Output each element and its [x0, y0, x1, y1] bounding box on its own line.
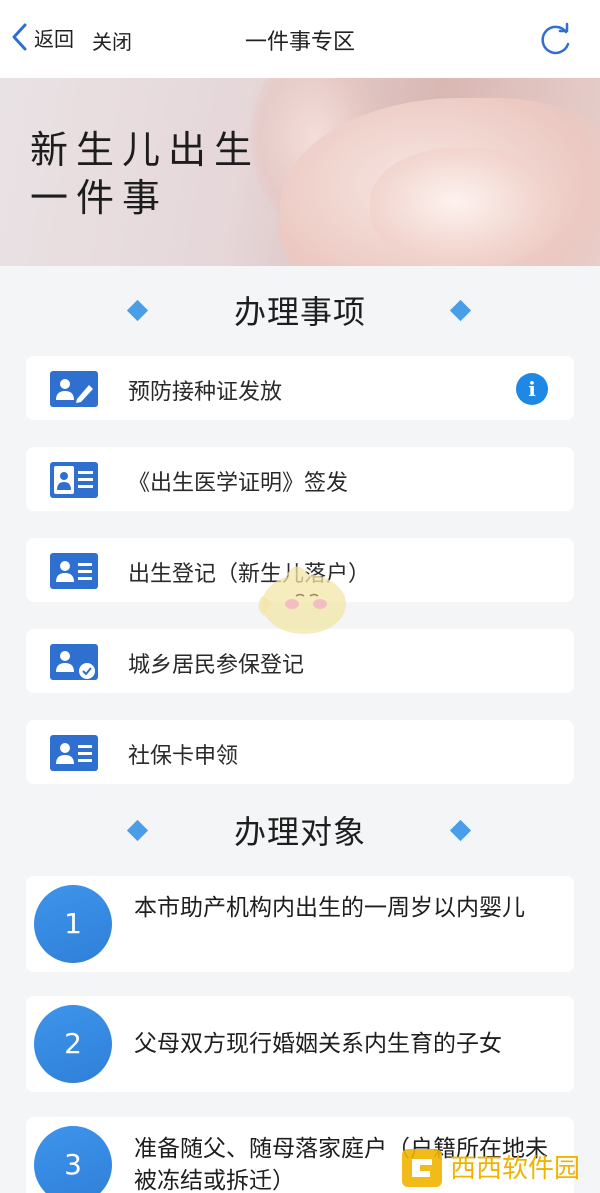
diamond-icon — [126, 299, 149, 322]
target-number-badge: 1 — [34, 885, 112, 963]
section-title: 办理事项 — [233, 293, 366, 331]
section-header-items: 办理事项 — [0, 280, 600, 340]
id-card-person-icon — [50, 462, 98, 498]
service-item-label: 预防接种证发放 — [128, 380, 283, 405]
refresh-icon[interactable] — [538, 22, 574, 58]
section-header-targets: 办理对象 — [0, 800, 600, 860]
hero-banner: 新生儿出生 一件事 — [0, 78, 600, 266]
close-button[interactable]: 关闭 — [92, 26, 132, 55]
service-item-birth-registration[interactable]: 出生登记（新生儿落户） — [26, 538, 574, 602]
service-item-label: 社保卡申领 — [128, 744, 239, 769]
service-item-label: 城乡居民参保登记 — [128, 653, 305, 678]
back-button[interactable]: 返回 — [10, 22, 74, 52]
target-text: 本市助产机构内出生的一周岁以内婴儿 — [134, 895, 525, 921]
target-number-badge: 3 — [34, 1126, 112, 1193]
banner-photo-baby-hand — [370, 148, 560, 266]
target-text: 准备随父、随母落家庭户（户籍所在地未被冻结或拆迁） — [134, 1136, 548, 1193]
id-card-check-icon — [50, 644, 98, 680]
banner-title-line1: 新生儿出生 — [30, 128, 261, 172]
target-item: 1 本市助产机构内出生的一周岁以内婴儿 — [26, 876, 574, 972]
diamond-icon — [449, 299, 472, 322]
page-title: 一件事专区 — [244, 30, 355, 55]
service-item-label: 《出生医学证明》签发 — [128, 471, 349, 496]
id-card-icon — [50, 553, 98, 589]
back-label: 返回 — [34, 26, 74, 51]
id-card-pen-icon — [50, 371, 98, 407]
diamond-icon — [449, 819, 472, 842]
chevron-left-icon — [12, 23, 27, 51]
service-item-birth-certificate[interactable]: 《出生医学证明》签发 — [26, 447, 574, 511]
banner-title: 新生儿出生 一件事 — [30, 126, 260, 222]
service-item-insurance-registration[interactable]: 城乡居民参保登记 — [26, 629, 574, 693]
top-nav-bar: 返回 关闭 一件事专区 — [0, 0, 600, 78]
target-item: 2 父母双方现行婚姻关系内生育的子女 — [26, 996, 574, 1092]
service-item-label: 出生登记（新生儿落户） — [128, 562, 371, 587]
target-number-badge: 2 — [34, 1005, 112, 1083]
diamond-icon — [126, 819, 149, 842]
service-item-social-security-card[interactable]: 社保卡申领 — [26, 720, 574, 784]
id-card-icon — [50, 735, 98, 771]
section-title: 办理对象 — [233, 813, 366, 851]
banner-title-line2: 一件事 — [30, 176, 169, 220]
target-text: 父母双方现行婚姻关系内生育的子女 — [134, 1031, 502, 1057]
target-item: 3 准备随父、随母落家庭户（户籍所在地未被冻结或拆迁） — [26, 1117, 574, 1193]
info-icon[interactable]: i — [516, 373, 548, 405]
service-item-vaccination[interactable]: 预防接种证发放 i — [26, 356, 574, 420]
